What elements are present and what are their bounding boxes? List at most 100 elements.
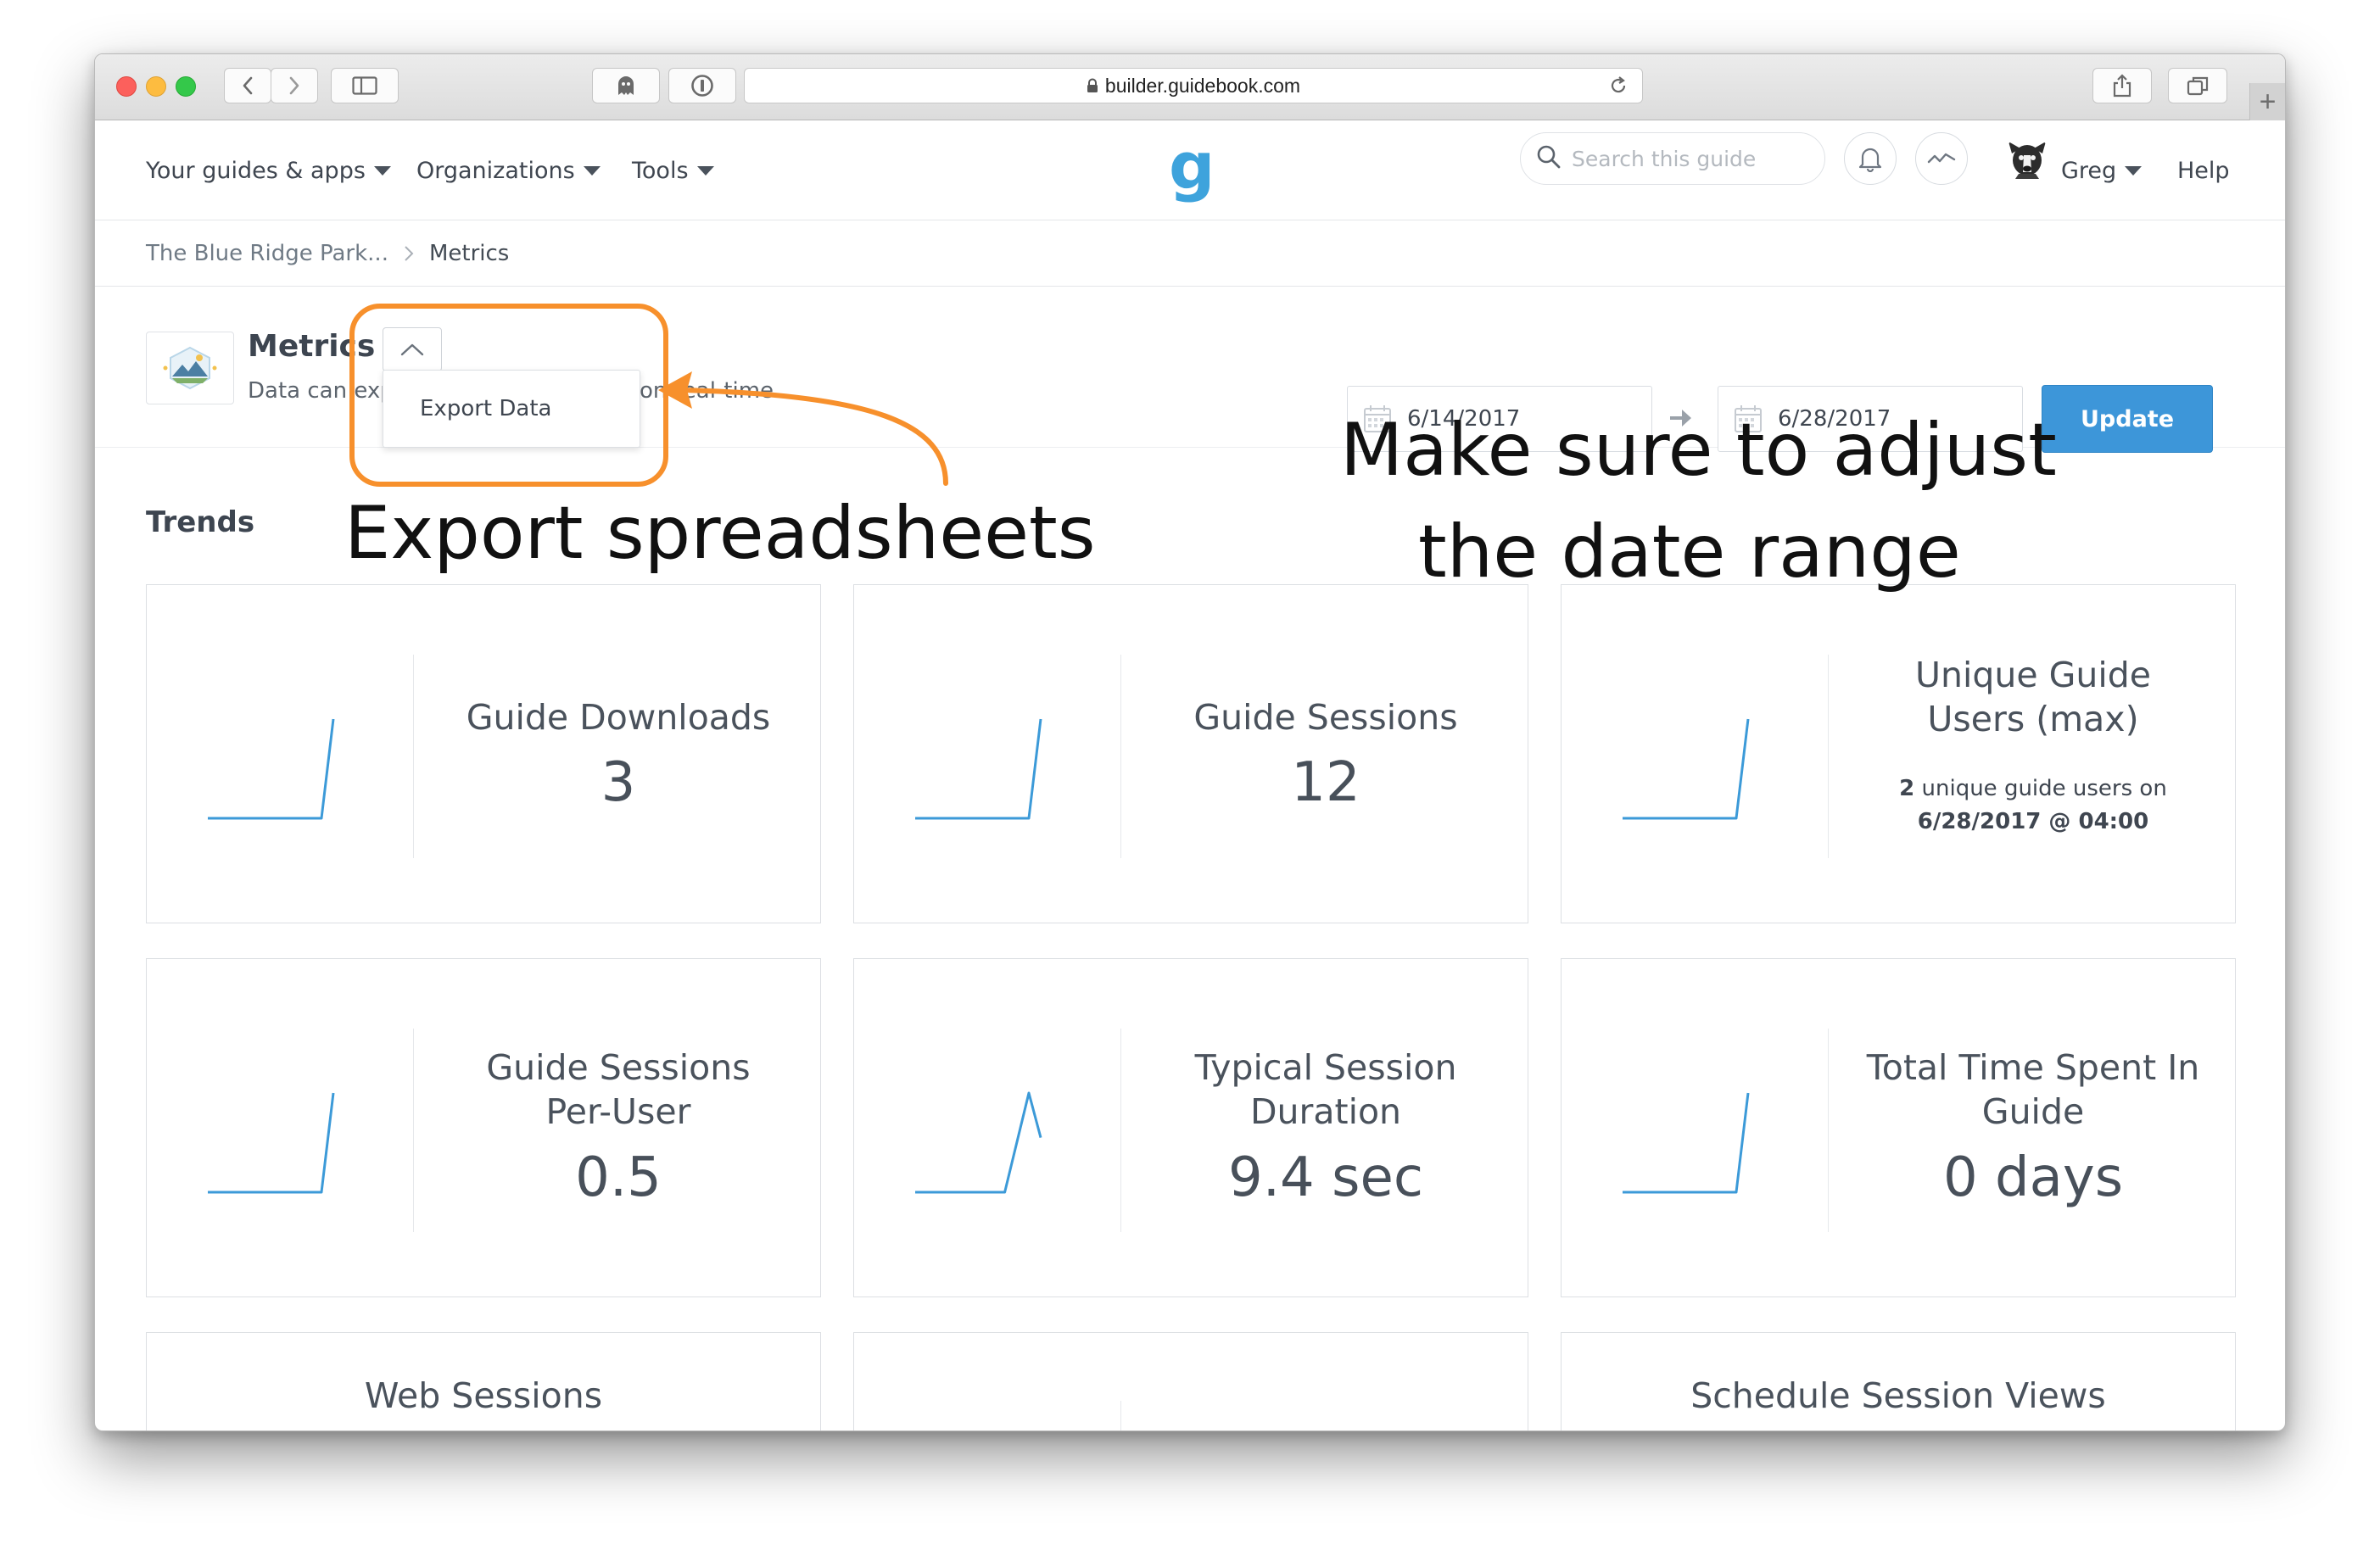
sparkline	[915, 1091, 1042, 1194]
nav-organizations[interactable]: Organizations	[416, 158, 601, 184]
metric-value: 9.4 sec	[1227, 1146, 1424, 1209]
activity-button[interactable]	[1915, 132, 1968, 185]
metric-card-guide-downloads[interactable]: Guide Downloads 3	[146, 584, 821, 923]
annotation-export-text: Export spreadsheets	[344, 491, 1096, 576]
metric-card-sessions-per-user[interactable]: Guide Sessions Per-User 0.5	[146, 958, 821, 1297]
sparkline	[208, 1092, 335, 1194]
search-icon	[1536, 144, 1562, 173]
user-menu[interactable]: Greg	[2061, 158, 2143, 184]
metric-title: Schedule Session Views	[1690, 1375, 2106, 1416]
sparkline	[1623, 1092, 1750, 1194]
metric-title: Guide Sessions Per-User	[486, 1047, 751, 1133]
sparkline-path	[208, 1092, 335, 1194]
search-input[interactable]	[1572, 146, 1784, 171]
chevron-left-icon	[243, 76, 253, 95]
ghostery-extension-button[interactable]	[592, 68, 660, 103]
tabs-overview-button[interactable]	[2168, 68, 2227, 103]
sparkline-path	[1623, 718, 1750, 820]
sidebar-toggle-button[interactable]	[331, 68, 399, 103]
breadcrumb-current: Metrics	[428, 240, 510, 266]
nav-guides-apps[interactable]: Your guides & apps	[146, 158, 391, 184]
metric-card-text: Total Time Spent In Guide 0 days	[1831, 1046, 2235, 1209]
sparkline-path	[1623, 1092, 1750, 1194]
url-text: builder.guidebook.com	[1104, 74, 1301, 97]
reload-icon[interactable]	[1608, 75, 1629, 101]
browser-window: builder.guidebook.com + Your guides & ap…	[94, 53, 2286, 1431]
browser-toolbar: builder.guidebook.com +	[95, 54, 2285, 120]
trends-heading: Trends	[146, 505, 255, 539]
metric-card[interactable]	[853, 1332, 1528, 1430]
nav-organizations-label: Organizations	[416, 158, 575, 184]
metric-title: Total Time Spent In Guide	[1866, 1047, 2200, 1133]
password-extension-button[interactable]	[668, 68, 736, 103]
notifications-button[interactable]	[1844, 132, 1897, 185]
sparkline-path	[915, 718, 1042, 820]
activity-pulse-icon	[1927, 153, 1956, 164]
metric-value: 3	[601, 751, 636, 815]
guidebook-logo[interactable]: g	[1169, 134, 1215, 198]
back-button[interactable]	[224, 68, 271, 103]
annotation-date-text-line2: the date range	[1418, 510, 1961, 594]
metric-title: Typical Session Duration	[1194, 1047, 1457, 1133]
update-button[interactable]: Update	[2042, 385, 2213, 453]
minimize-window-button[interactable]	[146, 76, 166, 97]
forward-button[interactable]	[271, 68, 318, 103]
tabs-icon	[2187, 76, 2209, 96]
sidebar-icon	[352, 76, 377, 95]
export-highlight-box	[349, 304, 668, 487]
nav-tools[interactable]: Tools	[632, 158, 714, 184]
metric-card-text: Guide Sessions Per-User 0.5	[416, 1046, 820, 1209]
metric-title: Unique Guide Users (max)	[1914, 655, 2152, 740]
ghost-icon	[618, 76, 634, 95]
guide-logo-icon	[163, 346, 217, 390]
metric-value: 0 days	[1942, 1146, 2124, 1209]
chevron-right-icon	[289, 76, 299, 95]
help-link[interactable]: Help	[2177, 158, 2230, 184]
sparkline-path	[208, 718, 335, 820]
metric-detail-text: unique guide users on	[1921, 775, 2167, 801]
metric-title: Guide Sessions	[1193, 697, 1458, 738]
metric-card-web-sessions[interactable]: Web Sessions	[146, 1332, 821, 1430]
metric-card-text: Guide Downloads 3	[416, 695, 820, 814]
metric-card-schedule-session-views[interactable]: Schedule Session Views	[1561, 1332, 2236, 1430]
lock-icon	[1087, 78, 1098, 93]
guide-thumbnail	[146, 332, 234, 404]
caret-down-icon	[583, 166, 601, 176]
metric-card-guide-sessions[interactable]: Guide Sessions 12	[853, 584, 1528, 923]
search-box[interactable]	[1520, 132, 1825, 185]
annotation-arrow	[658, 371, 948, 486]
metric-card-unique-guide-users[interactable]: Unique Guide Users (max) 2 unique guide …	[1561, 584, 2236, 923]
zoom-window-button[interactable]	[176, 76, 196, 97]
onepassword-icon	[691, 75, 713, 97]
caret-down-icon	[696, 166, 714, 176]
sparkline	[915, 718, 1042, 820]
metric-title: Guide Downloads	[466, 697, 771, 738]
new-tab-button[interactable]: +	[2249, 83, 2285, 120]
metric-detail: 2 unique guide users on 6/28/2017 @ 04:0…	[1831, 772, 2235, 839]
bell-icon	[1858, 148, 1882, 172]
metric-title: Web Sessions	[364, 1375, 603, 1416]
sparkline	[208, 718, 335, 820]
caret-down-icon	[2125, 166, 2143, 176]
sparkline-path	[915, 1091, 1042, 1194]
close-window-button[interactable]	[116, 76, 137, 97]
avatar[interactable]	[2003, 135, 2051, 182]
share-button[interactable]	[2092, 68, 2152, 103]
nav-tools-label: Tools	[632, 158, 689, 184]
metric-card-text: Unique Guide Users (max) 2 unique guide …	[1831, 653, 2235, 839]
chevron-right-icon	[404, 244, 414, 263]
metric-card-total-time[interactable]: Total Time Spent In Guide 0 days	[1561, 958, 2236, 1297]
metric-card-session-duration[interactable]: Typical Session Duration 9.4 sec	[853, 958, 1528, 1297]
nav-guides-apps-label: Your guides & apps	[146, 158, 366, 184]
app-navbar: Your guides & apps Organizations Tools g	[95, 120, 2285, 220]
metric-detail-time: 6/28/2017 @ 04:00	[1917, 808, 2149, 834]
metric-value: 12	[1291, 751, 1360, 815]
caret-down-icon	[373, 166, 391, 176]
address-bar[interactable]: builder.guidebook.com	[744, 68, 1643, 103]
breadcrumb-parent-link[interactable]: The Blue Ridge Park...	[146, 241, 388, 266]
metric-card-text: Typical Session Duration 9.4 sec	[1124, 1046, 1528, 1209]
metric-value: 0.5	[575, 1146, 662, 1209]
breadcrumb: The Blue Ridge Park... Metrics	[95, 220, 2285, 287]
metric-detail-count: 2	[1899, 775, 1915, 801]
sparkline	[1623, 718, 1750, 820]
